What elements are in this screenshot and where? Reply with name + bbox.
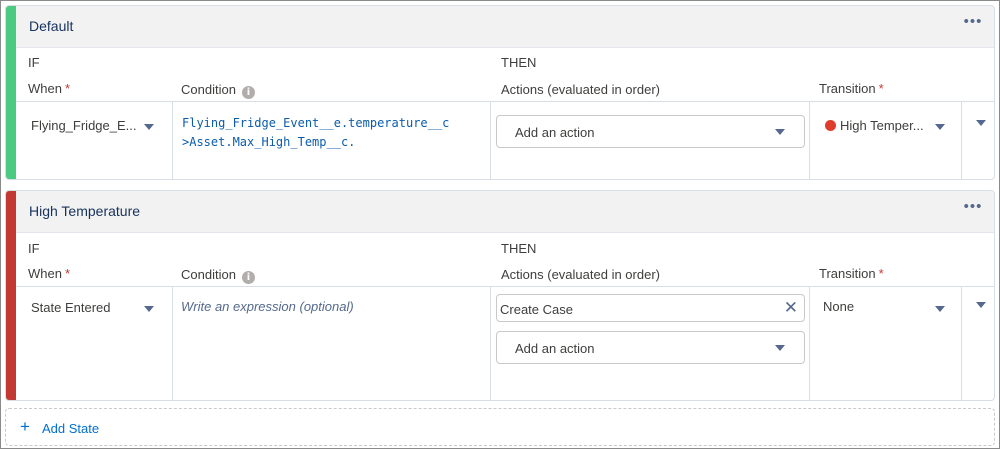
state-header: High Temperature •••	[16, 191, 994, 233]
required-marker: *	[878, 81, 884, 96]
chevron-down-icon	[935, 124, 945, 130]
state-card-high-temperature: High Temperature ••• IF THEN When * Condi…	[5, 190, 995, 401]
condition-header-text: Condition	[181, 267, 236, 282]
when-header: When *	[28, 81, 70, 96]
if-label: IF	[28, 241, 40, 256]
chevron-down-icon	[976, 120, 986, 126]
transition-value: None	[823, 299, 855, 314]
required-marker: *	[64, 81, 71, 96]
if-label: IF	[28, 55, 40, 70]
required-marker: *	[878, 266, 884, 281]
row-menu-button[interactable]	[962, 287, 994, 327]
state-editor: Default ••• IF THEN When * Condition i Act…	[0, 0, 1000, 449]
more-actions-icon[interactable]: •••	[962, 198, 984, 218]
when-header-text: When	[28, 81, 62, 96]
transition-select[interactable]: High Temper...	[810, 102, 961, 142]
condition-placeholder: Write an expression (optional)	[181, 299, 354, 314]
transition-header-text: Transition	[819, 266, 876, 281]
transition-header: Transition *	[819, 81, 884, 96]
chevron-down-icon	[775, 345, 785, 351]
when-select[interactable]: Flying_Fridge_E...	[16, 102, 172, 142]
state-title: Default	[29, 18, 74, 34]
then-label: THEN	[501, 241, 537, 256]
close-icon[interactable]: ✕	[784, 298, 798, 318]
rule-row: State Entered Write an expression (optio…	[16, 286, 994, 400]
column-divider	[490, 287, 491, 400]
chevron-down-icon	[775, 129, 785, 135]
then-label: THEN	[501, 55, 537, 70]
action-item-create-case[interactable]: Create Case ✕	[496, 294, 805, 322]
transition-select[interactable]: None	[810, 287, 961, 327]
state-card-default: Default ••• IF THEN When * Condition i Act…	[5, 5, 995, 180]
add-state-button[interactable]: + Add State	[5, 408, 995, 446]
add-action-label: Add an action	[515, 125, 595, 140]
transition-value: High Temper...	[825, 118, 924, 133]
condition-expression[interactable]: Flying_Fridge_Event__e.temperature__c >As…	[182, 114, 449, 152]
condition-line: >Asset.Max_High_Temp__c.	[182, 135, 356, 149]
info-icon[interactable]: i	[241, 86, 255, 99]
add-icon: +	[20, 417, 30, 436]
actions-header: Actions (evaluated in order)	[501, 267, 660, 282]
condition-input[interactable]: Write an expression (optional)	[173, 287, 490, 400]
condition-header: Condition i	[181, 267, 255, 284]
chevron-down-icon	[144, 306, 154, 312]
state-accent-bar	[6, 191, 16, 400]
add-state-label: Add State	[42, 421, 100, 436]
more-actions-icon[interactable]: •••	[962, 13, 984, 33]
state-header: Default •••	[16, 6, 994, 48]
condition-header: Condition i	[181, 82, 255, 99]
row-menu-button[interactable]	[962, 102, 994, 142]
add-action-combobox[interactable]: Add an action	[496, 115, 805, 148]
when-select[interactable]: State Entered	[16, 287, 172, 327]
required-marker: *	[64, 266, 71, 281]
state-title: High Temperature	[29, 203, 141, 219]
chevron-down-icon	[935, 306, 945, 312]
chevron-down-icon	[144, 124, 154, 130]
chevron-down-icon	[976, 302, 986, 308]
state-accent-bar	[6, 6, 16, 179]
transition-value-text: High Temper...	[840, 118, 924, 133]
column-divider	[490, 102, 491, 179]
when-value: State Entered	[31, 300, 111, 315]
rule-row: Flying_Fridge_E... Flying_Fridge_Event__…	[16, 101, 994, 179]
column-divider	[172, 102, 173, 179]
info-icon[interactable]: i	[241, 271, 255, 284]
condition-header-text: Condition	[181, 82, 236, 97]
transition-header: Transition *	[819, 266, 884, 281]
add-action-combobox[interactable]: Add an action	[496, 331, 805, 364]
actions-header: Actions (evaluated in order)	[501, 82, 660, 97]
condition-line: Flying_Fridge_Event__e.temperature__c	[182, 116, 450, 130]
when-header: When *	[28, 266, 70, 281]
state-color-dot-icon	[825, 120, 836, 131]
add-action-label: Add an action	[515, 341, 595, 356]
action-item-label: Create Case	[500, 302, 573, 317]
when-value: Flying_Fridge_E...	[31, 118, 137, 133]
transition-header-text: Transition	[819, 81, 876, 96]
when-header-text: When	[28, 266, 62, 281]
